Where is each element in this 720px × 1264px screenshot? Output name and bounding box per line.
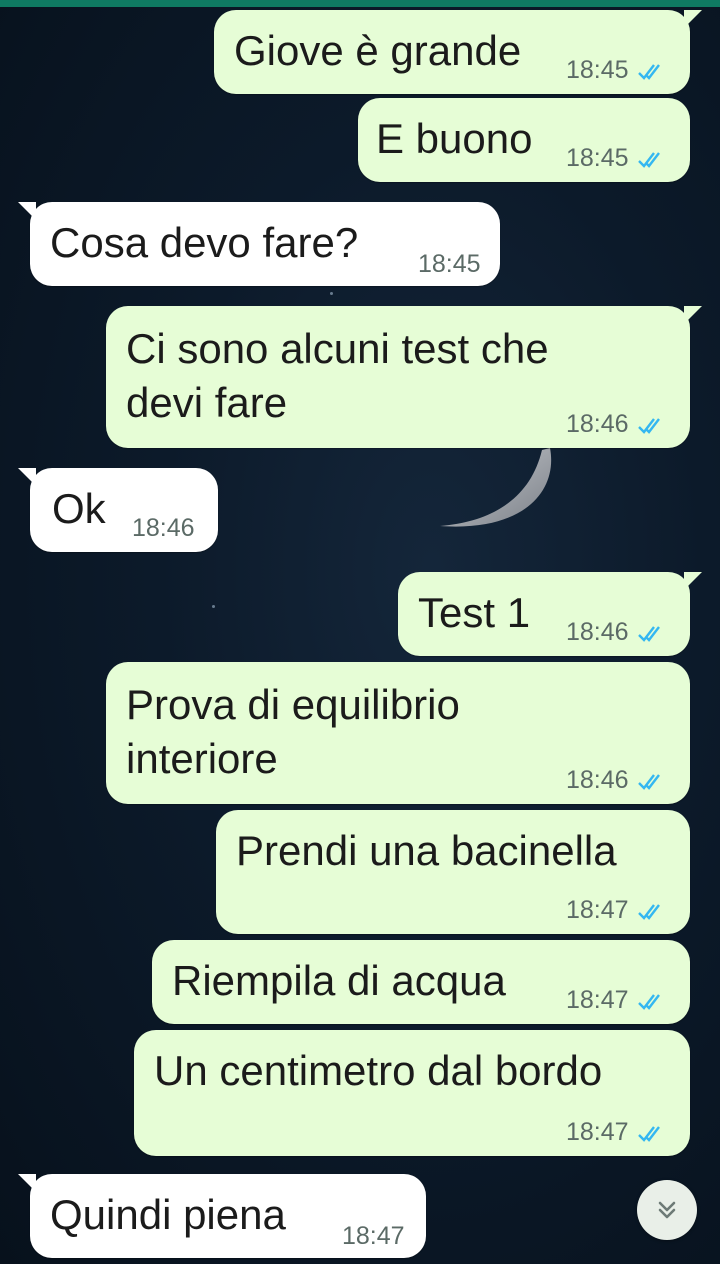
message-bubble-outgoing[interactable]: E buono 18:45 [358,98,690,182]
read-ticks-icon [637,415,663,435]
read-ticks-icon [637,61,663,81]
message-meta: 18:47 [566,1118,663,1147]
message-bubble-incoming[interactable]: Quindi piena 18:47 [18,1174,426,1258]
message-text: E buono [376,115,533,162]
message-bubble-outgoing[interactable]: Giove è grande 18:45 [214,10,702,94]
message-text: Quindi piena [50,1191,286,1238]
message-time: 18:47 [566,986,629,1014]
message-text: Prendi una bacinella [236,827,617,874]
message-time: 18:47 [566,1118,629,1146]
message-meta: 18:46 [566,618,663,647]
star-decoration [330,292,333,295]
message-text: Cosa devo fare? [50,219,359,266]
double-chevron-down-icon [658,1201,676,1219]
message-bubble-outgoing[interactable]: Un centimetro dal bordo 18:47 [134,1030,690,1156]
read-ticks-icon [637,991,663,1011]
message-meta: 18:45 [566,56,663,85]
message-time: 18:46 [566,410,629,438]
message-text-line-2: devi fare [126,379,288,426]
message-text-line-2: interiore [126,735,278,782]
message-text: Un centimetro dal bordo [154,1047,603,1094]
read-ticks-icon [637,149,663,169]
message-time: 18:45 [418,250,481,278]
message-bubble-outgoing[interactable]: Riempila di acqua 18:47 [152,940,690,1024]
read-ticks-icon [637,623,663,643]
read-ticks-icon [637,1123,663,1143]
message-time: 18:46 [566,766,629,794]
message-bubble-incoming[interactable]: Ok 18:46 [18,468,218,552]
star-decoration [212,605,215,608]
message-time: 18:46 [566,618,629,646]
message-time: 18:46 [132,514,195,542]
message-bubble-outgoing[interactable]: Ci sono alcuni test che devi fare 18:46 [106,306,702,448]
moon-wallpaper-icon [440,448,552,527]
message-meta: 18:45 [566,144,663,173]
message-meta: 18:46 [566,766,663,795]
message-time: 18:47 [342,1222,405,1250]
read-ticks-icon [637,771,663,791]
message-meta: 18:47 [566,896,663,925]
message-time: 18:45 [566,144,629,172]
message-text: Riempila di acqua [172,957,506,1004]
read-ticks-icon [637,901,663,921]
message-text: Test 1 [418,589,531,636]
header-accent-bar [0,0,720,7]
message-bubble-outgoing[interactable]: Prendi una bacinella 18:47 [216,810,690,934]
message-text: Ok [52,485,106,532]
message-text-line-1: Prova di equilibrio [126,681,460,728]
message-text: Giove è grande [234,27,522,74]
message-bubble-incoming[interactable]: Cosa devo fare? 18:45 [18,202,500,286]
message-meta: 18:46 [566,410,663,439]
scroll-to-bottom-button[interactable] [637,1180,697,1240]
message-time: 18:47 [566,896,629,924]
message-time: 18:45 [566,56,629,84]
message-meta: 18:47 [566,986,663,1015]
message-bubble-outgoing[interactable]: Test 1 18:46 [398,572,702,656]
message-text-line-1: Ci sono alcuni test che [126,325,549,372]
message-bubble-outgoing[interactable]: Prova di equilibrio interiore 18:46 [106,662,690,804]
